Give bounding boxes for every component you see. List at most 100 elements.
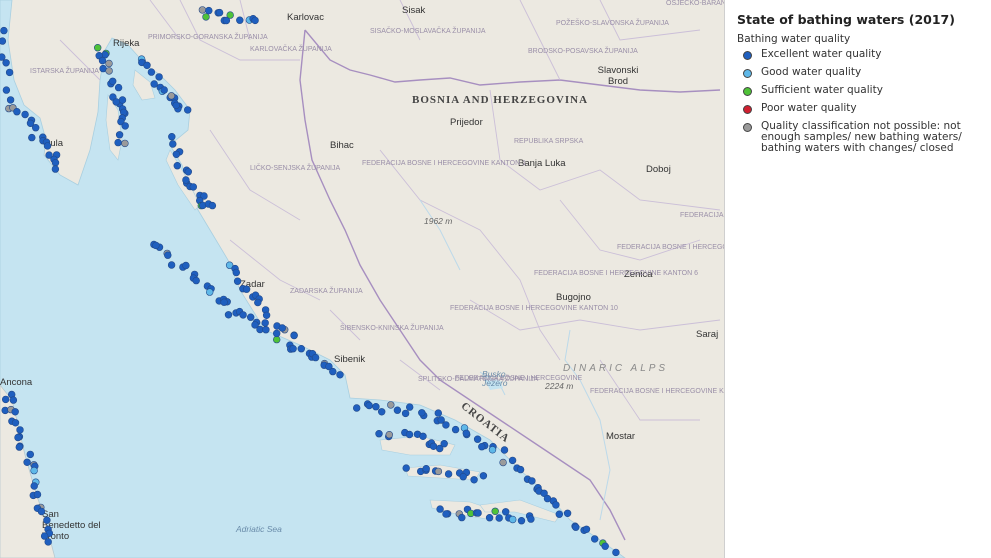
bathing-water-point[interactable] <box>254 298 262 307</box>
bathing-water-point[interactable] <box>353 404 361 412</box>
bathing-water-point[interactable] <box>236 16 244 24</box>
bathing-water-point[interactable] <box>108 77 117 86</box>
bathing-water-point[interactable] <box>418 409 426 417</box>
bathing-water-point[interactable] <box>2 59 10 67</box>
bathing-water-point[interactable] <box>311 353 320 362</box>
bathing-water-point[interactable] <box>459 473 467 481</box>
bathing-water-point[interactable] <box>451 425 460 434</box>
bathing-water-point[interactable] <box>28 133 36 142</box>
bathing-water-point[interactable] <box>572 523 580 531</box>
bathing-water-point[interactable] <box>479 472 488 480</box>
bathing-water-point[interactable] <box>393 406 402 414</box>
bathing-water-point[interactable] <box>115 131 124 139</box>
bathing-water-point[interactable] <box>147 68 156 76</box>
bathing-water-point[interactable] <box>184 106 192 114</box>
bathing-water-point[interactable] <box>478 443 486 451</box>
bathing-water-point[interactable] <box>121 139 129 148</box>
bathing-water-point[interactable] <box>30 466 38 475</box>
bathing-water-point[interactable] <box>152 241 160 250</box>
bathing-water-point[interactable] <box>143 61 151 70</box>
bathing-water-point[interactable] <box>508 456 517 465</box>
bathing-water-point[interactable] <box>516 465 525 474</box>
bathing-water-point[interactable] <box>226 11 234 19</box>
bathing-water-point[interactable] <box>552 501 560 509</box>
bathing-water-point[interactable] <box>601 542 609 550</box>
bathing-water-point[interactable] <box>44 538 52 546</box>
bathing-water-point[interactable] <box>14 433 22 442</box>
bathing-water-point[interactable] <box>155 73 163 81</box>
bathing-water-point[interactable] <box>429 442 438 450</box>
bathing-water-point[interactable] <box>112 98 120 106</box>
bathing-water-point[interactable] <box>11 419 20 427</box>
bathing-water-point[interactable] <box>528 477 536 485</box>
bathing-water-point[interactable] <box>485 513 494 522</box>
bathing-water-point[interactable] <box>167 92 176 100</box>
bathing-water-point[interactable] <box>167 261 176 269</box>
bathing-water-point[interactable] <box>491 507 499 515</box>
bathing-water-point[interactable] <box>434 409 442 417</box>
bathing-water-point[interactable] <box>43 516 51 524</box>
bathing-water-point[interactable] <box>297 345 305 353</box>
bathing-water-point[interactable] <box>114 138 122 147</box>
bathing-water-point[interactable] <box>387 401 395 409</box>
bathing-water-point[interactable] <box>509 515 517 524</box>
bathing-water-point[interactable] <box>336 371 344 379</box>
bathing-water-point[interactable] <box>215 8 224 17</box>
bathing-water-point[interactable] <box>93 43 102 52</box>
bathing-water-point[interactable] <box>33 490 42 499</box>
bathing-water-point[interactable] <box>273 335 281 344</box>
bathing-water-point[interactable] <box>30 482 38 490</box>
bathing-water-point[interactable] <box>2 86 11 94</box>
bathing-water-point[interactable] <box>51 165 60 173</box>
bathing-water-point[interactable] <box>173 162 182 170</box>
bathing-water-point[interactable] <box>26 450 34 459</box>
bathing-water-point[interactable] <box>239 311 247 319</box>
bathing-water-point[interactable] <box>5 68 14 77</box>
bathing-water-point[interactable] <box>406 403 414 411</box>
bathing-water-point[interactable] <box>422 465 430 473</box>
bathing-water-point[interactable] <box>458 513 466 522</box>
bathing-water-point[interactable] <box>51 159 60 167</box>
bathing-water-point[interactable] <box>261 319 269 327</box>
bathing-water-point[interactable] <box>224 311 233 319</box>
bathing-water-point[interactable] <box>192 276 200 285</box>
bathing-water-point[interactable] <box>0 53 6 61</box>
bathing-water-point[interactable] <box>114 83 123 92</box>
bathing-water-point[interactable] <box>202 13 210 21</box>
bathing-water-point[interactable] <box>473 435 482 443</box>
bathing-water-point[interactable] <box>169 140 177 148</box>
bathing-water-point[interactable] <box>378 408 386 416</box>
bathing-water-point[interactable] <box>470 476 478 484</box>
bathing-water-point[interactable] <box>385 431 393 439</box>
bathing-water-point[interactable] <box>442 421 450 429</box>
bathing-water-point[interactable] <box>172 150 181 159</box>
map-view[interactable]: BOSNIA AND HERZEGOVINA CROATIA Karlovac … <box>0 0 724 558</box>
bathing-water-point[interactable] <box>6 96 15 104</box>
bathing-water-point[interactable] <box>182 261 190 270</box>
bathing-water-point[interactable] <box>160 86 168 94</box>
bathing-water-point[interactable] <box>43 142 52 150</box>
bathing-water-point[interactable] <box>184 168 193 176</box>
bathing-water-point[interactable] <box>242 285 251 293</box>
bathing-water-point[interactable] <box>375 430 383 438</box>
bathing-water-point[interactable] <box>278 324 286 332</box>
bathing-water-point[interactable] <box>23 458 31 466</box>
bathing-water-point[interactable] <box>582 525 591 533</box>
bathing-water-point[interactable] <box>31 123 40 132</box>
bathing-water-point[interactable] <box>444 470 453 478</box>
bathing-water-point[interactable] <box>499 458 507 467</box>
bathing-water-point[interactable] <box>590 535 599 543</box>
bathing-water-point[interactable] <box>474 509 482 517</box>
bathing-water-point[interactable] <box>1 395 10 404</box>
bathing-water-point[interactable] <box>232 268 241 277</box>
bathing-water-point[interactable] <box>206 288 214 296</box>
bathing-water-point[interactable] <box>220 298 228 306</box>
bathing-water-point[interactable] <box>9 396 18 404</box>
bathing-water-point[interactable] <box>172 101 180 110</box>
bathing-water-point[interactable] <box>442 510 450 518</box>
bathing-water-point[interactable] <box>555 510 563 518</box>
bathing-water-point[interactable] <box>462 429 470 437</box>
bathing-water-point[interactable] <box>105 67 113 75</box>
bathing-water-point[interactable] <box>0 26 8 35</box>
bathing-water-point[interactable] <box>37 507 46 516</box>
